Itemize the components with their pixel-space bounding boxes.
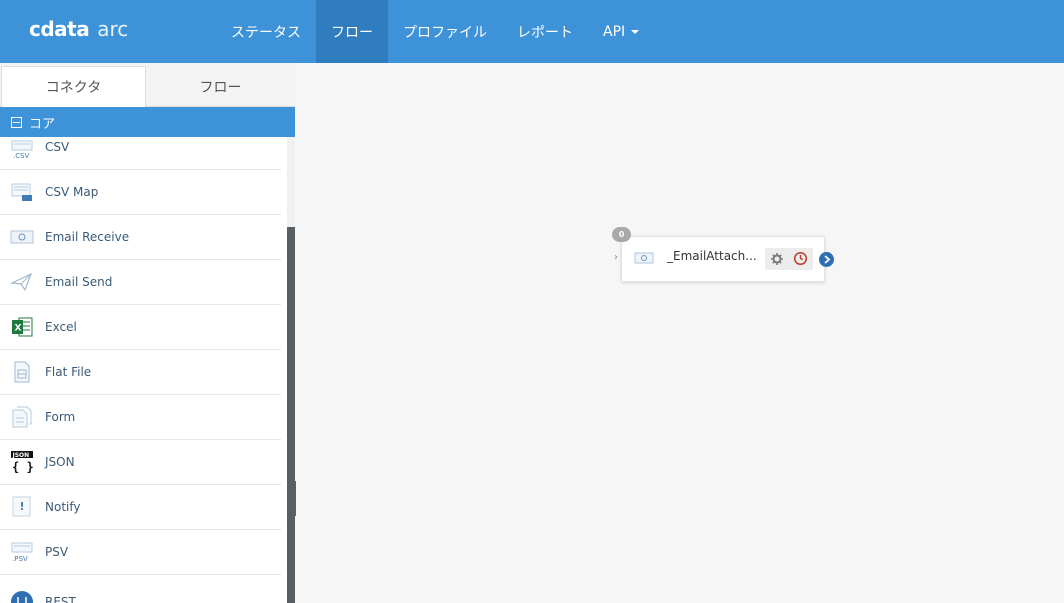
chevron-right-icon [823, 255, 830, 264]
notify-icon: ! [12, 496, 31, 517]
tab-connectors-label: コネクタ [45, 80, 102, 96]
svg-text:{ }: { } [12, 460, 34, 474]
tab-connectors[interactable]: コネクタ [1, 66, 146, 107]
connector-csv[interactable]: .CSV CSV [0, 137, 281, 170]
connector-notify[interactable]: ! Notify [0, 485, 281, 530]
csv-map-icon [11, 183, 32, 201]
connector-email-receive-label: Email Receive [45, 230, 130, 244]
connector-csv-map[interactable]: CSV Map [0, 170, 281, 215]
svg-text:!: ! [20, 500, 25, 513]
paper-plane-icon [10, 272, 33, 292]
connector-form-label: Form [45, 410, 76, 424]
gear-icon[interactable] [770, 252, 784, 266]
nav-api-dropdown[interactable]: API [588, 0, 654, 63]
node-queue-badge: 0 [612, 227, 631, 242]
svg-text:JSON: JSON [12, 452, 30, 459]
connector-csv-label: CSV [45, 140, 70, 154]
nav-flow-label: フロー [331, 24, 373, 41]
form-icon [12, 406, 32, 428]
connector-flat-file-label: Flat File [45, 365, 92, 379]
connector-csv-map-label: CSV Map [45, 185, 99, 199]
sidebar-scrollbar-thumb[interactable] [287, 227, 295, 603]
logo-product: arc [97, 17, 129, 41]
json-icon: JSON { } [11, 451, 34, 474]
connector-json-label: JSON [45, 455, 75, 469]
svg-text:.PSV: .PSV [12, 555, 28, 563]
logo-brand: cdata [29, 17, 90, 41]
flow-canvas[interactable]: 0 › _EmailAttach... [296, 63, 1064, 603]
email-receive-icon [10, 230, 34, 244]
collapse-minus-icon [11, 116, 22, 128]
connector-psv[interactable]: .PSV PSV [0, 530, 281, 575]
nav-profile-label: プロファイル [403, 24, 487, 41]
nav-report[interactable]: レポート [502, 0, 588, 63]
top-navbar: cdata arc ステータス フロー プロファイル レポート API [0, 0, 1064, 63]
node-input-port-icon[interactable]: › [614, 252, 618, 263]
connector-json[interactable]: JSON { } JSON [0, 440, 281, 485]
psv-icon: .PSV [11, 542, 33, 563]
connector-email-send[interactable]: Email Send [0, 260, 281, 305]
connector-notify-label: Notify [45, 500, 81, 514]
connector-psv-label: PSV [45, 545, 69, 559]
connector-form[interactable]: Form [0, 395, 281, 440]
connector-sidebar: コネクタ フロー コア .CSV CSV CSV Map Email Recei… [0, 63, 295, 603]
node-queue-count: 0 [618, 230, 625, 239]
nav-status-label: ステータス [231, 24, 301, 41]
connector-list: .CSV CSV CSV Map Email Receive Email Sen… [0, 137, 287, 603]
clock-icon[interactable] [793, 251, 808, 266]
nav-profile[interactable]: プロファイル [388, 0, 502, 63]
nav-status[interactable]: ステータス [216, 0, 316, 63]
connector-excel[interactable]: X Excel [0, 305, 281, 350]
connector-flat-file[interactable]: Flat File [0, 350, 281, 395]
excel-icon: X [12, 317, 33, 337]
nav-api-label: API [603, 23, 626, 40]
connector-excel-label: Excel [45, 320, 77, 334]
nav-report-label: レポート [517, 24, 573, 41]
nav-flow[interactable]: フロー [316, 0, 388, 63]
caret-down-icon [631, 29, 640, 34]
rest-icon [11, 591, 33, 603]
connector-email-send-label: Email Send [45, 275, 113, 289]
connector-email-receive[interactable]: Email Receive [0, 215, 281, 260]
sidebar-tabs: コネクタ フロー [0, 63, 295, 107]
email-receive-icon [634, 252, 654, 264]
connector-rest[interactable]: REST [0, 575, 281, 603]
tab-flows[interactable]: フロー [147, 66, 294, 107]
app-logo[interactable]: cdata arc [29, 17, 128, 47]
svg-text:.CSV: .CSV [13, 152, 30, 160]
node-label: _EmailAttach... [667, 249, 757, 263]
main-nav: ステータス フロー プロファイル レポート API [216, 0, 654, 63]
node-output-port-icon[interactable] [819, 252, 834, 267]
section-core-label: コア [29, 116, 56, 132]
csv-icon: .CSV [11, 140, 33, 160]
tab-flows-label: フロー [199, 79, 242, 96]
section-core-header[interactable]: コア [0, 107, 295, 137]
flat-file-icon [14, 361, 30, 383]
svg-text:X: X [15, 324, 22, 334]
connector-rest-label: REST [45, 595, 76, 603]
